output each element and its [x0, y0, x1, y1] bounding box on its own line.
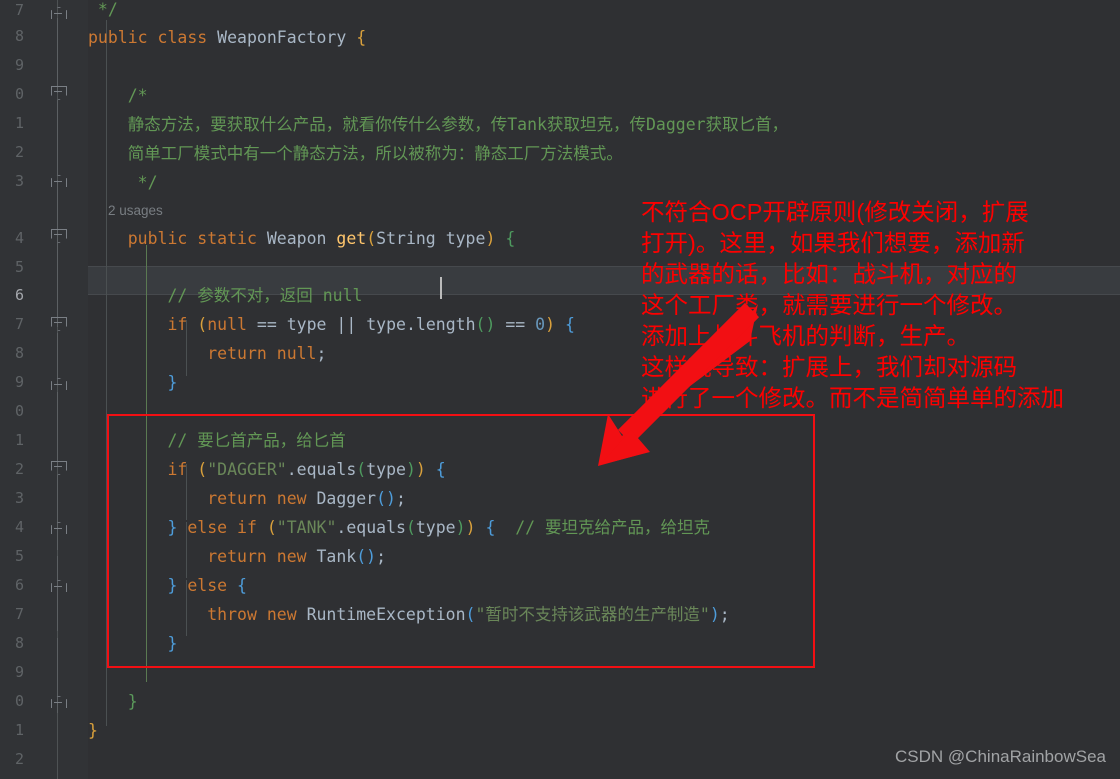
line-number: 5: [14, 547, 24, 565]
line-number: 2: [14, 460, 24, 478]
code-line[interactable]: }: [88, 368, 1120, 397]
code-line[interactable]: }: [88, 716, 1120, 745]
line-number: 6: [14, 576, 24, 594]
line-number: 2: [14, 750, 24, 768]
line-number: 9: [14, 56, 24, 74]
line-number: 1: [14, 431, 24, 449]
code-line[interactable]: */: [88, 0, 1120, 24]
code-line[interactable]: if (null == type || type.length() == 0) …: [88, 310, 1120, 339]
code-line[interactable]: }: [88, 687, 1120, 716]
line-number-current: 6: [14, 286, 24, 304]
fold-connector-line: [57, 100, 58, 175]
line-number: 9: [14, 373, 24, 391]
fold-connector-line: [57, 18, 58, 93]
fold-start-marker[interactable]: [51, 229, 67, 243]
line-number: 1: [14, 721, 24, 739]
fold-connector-line: [57, 392, 58, 467]
line-number: 7: [14, 315, 24, 333]
fold-end-marker[interactable]: [51, 375, 67, 390]
code-line[interactable]: 简单工厂模式中有一个静态方法，所以被称为：静态工厂方法模式。: [88, 139, 1120, 168]
fold-end-marker[interactable]: [51, 693, 67, 708]
line-number: 8: [14, 27, 24, 45]
code-line[interactable]: } else if ("TANK".equals(type)) { // 要坦克…: [88, 513, 1120, 542]
code-line[interactable]: } else {: [88, 571, 1120, 600]
fold-end-marker[interactable]: [51, 577, 67, 592]
inlay-hint-usages[interactable]: 2 usages: [88, 195, 1120, 224]
line-number: 1: [14, 114, 24, 132]
line-number: 0: [14, 85, 24, 103]
fold-connector-line: [57, 556, 58, 631]
line-number: 4: [14, 518, 24, 536]
text-caret: [440, 277, 442, 299]
line-number: 3: [14, 172, 24, 190]
line-number: 0: [14, 402, 24, 420]
line-number: 0: [14, 692, 24, 710]
code-line[interactable]: // 要匕首产品，给匕首: [88, 426, 1120, 455]
code-line[interactable]: }: [88, 629, 1120, 658]
code-line[interactable]: public static Weapon get(String type) {: [88, 224, 1120, 253]
code-line[interactable]: public class WeaponFactory {: [88, 23, 1120, 52]
line-number: 8: [14, 344, 24, 362]
code-editor[interactable]: 7 8 9 0 1 2 3 4 5 6 7 8 9 0 1 2 3 4 5 6 …: [0, 0, 1120, 779]
code-line-current[interactable]: // 参数不对，返回 null: [88, 281, 1120, 310]
code-line[interactable]: throw new RuntimeException("暂时不支持该武器的生产制…: [88, 600, 1120, 629]
code-line[interactable]: */: [88, 168, 1120, 197]
editor-gutter[interactable]: 7 8 9 0 1 2 3 4 5 6 7 8 9 0 1 2 3 4 5 6 …: [0, 0, 88, 779]
code-line[interactable]: [88, 397, 1120, 426]
line-number: 2: [14, 143, 24, 161]
fold-end-marker[interactable]: [51, 172, 67, 187]
code-line[interactable]: if ("DAGGER".equals(type)) {: [88, 455, 1120, 484]
code-line[interactable]: 静态方法，要获取什么产品，就看你传什么参数，传Tank获取坦克，传Dagger获…: [88, 110, 1120, 139]
fold-end-marker[interactable]: [51, 4, 67, 19]
code-line[interactable]: [88, 52, 1120, 81]
line-number: 9: [14, 663, 24, 681]
code-line[interactable]: [88, 253, 1120, 282]
csdn-watermark: CSDN @ChinaRainbowSea: [895, 747, 1106, 766]
fold-start-marker[interactable]: [51, 317, 67, 331]
code-content[interactable]: */ public class WeaponFactory { /* 静态方法，…: [88, 0, 1120, 779]
code-line[interactable]: return null;: [88, 339, 1120, 368]
fold-start-marker[interactable]: [51, 86, 67, 100]
code-line[interactable]: return new Tank();: [88, 542, 1120, 571]
line-number: 8: [14, 634, 24, 652]
fold-connector-line: [57, 475, 58, 550]
code-line[interactable]: [88, 658, 1120, 687]
line-number: 4: [14, 229, 24, 247]
line-number: 7: [14, 605, 24, 623]
usages-hint-label: 2 usages: [108, 203, 163, 218]
fold-connector-line: [57, 180, 58, 327]
line-number: 3: [14, 489, 24, 507]
code-line[interactable]: /*: [88, 81, 1120, 110]
code-line[interactable]: return new Dagger();: [88, 484, 1120, 513]
fold-start-marker[interactable]: [51, 461, 67, 475]
fold-end-marker[interactable]: [51, 519, 67, 534]
line-number: 5: [14, 258, 24, 276]
